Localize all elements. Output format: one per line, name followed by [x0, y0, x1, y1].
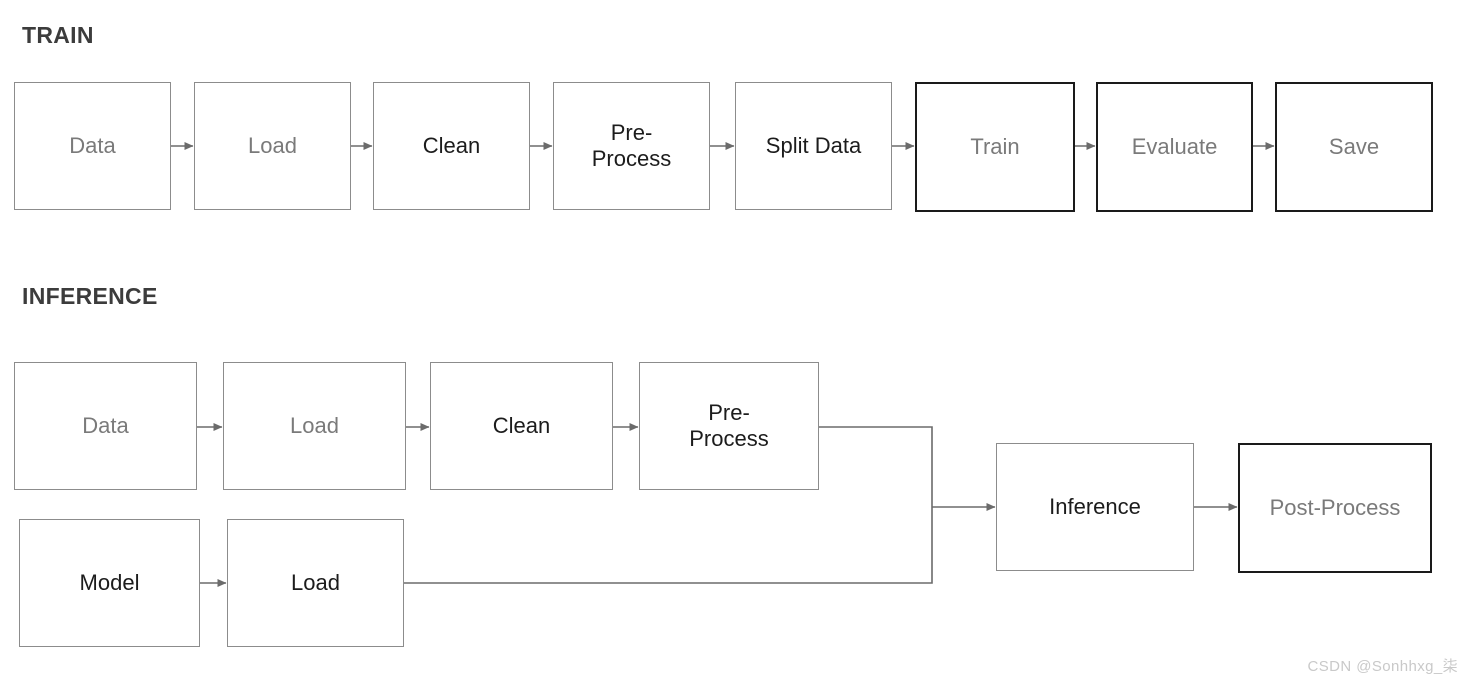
train-node-data[interactable]: Data: [14, 82, 171, 210]
inference-node-load[interactable]: Load: [223, 362, 406, 490]
train-node-load[interactable]: Load: [194, 82, 351, 210]
train-node-train[interactable]: Train: [915, 82, 1075, 212]
connector-preprocess-to-merge: [819, 426, 933, 507]
section-title-train: TRAIN: [22, 22, 94, 48]
inference-node-post-process[interactable]: Post-Process: [1238, 443, 1432, 573]
inference-node-model-load[interactable]: Load: [227, 519, 404, 647]
watermark-text: CSDN @Sonhhxg_柒: [1307, 658, 1458, 675]
inference-node-clean[interactable]: Clean: [430, 362, 613, 490]
diagram-canvas: TRAIN Data Load Clean Pre- Process Split…: [0, 0, 1476, 690]
train-node-save[interactable]: Save: [1275, 82, 1433, 212]
inference-node-data[interactable]: Data: [14, 362, 197, 490]
inference-node-pre-process[interactable]: Pre- Process: [639, 362, 819, 490]
inference-node-inference[interactable]: Inference: [996, 443, 1194, 571]
inference-node-model[interactable]: Model: [19, 519, 200, 647]
section-title-inference: INFERENCE: [22, 283, 158, 309]
train-node-evaluate[interactable]: Evaluate: [1096, 82, 1253, 212]
train-node-pre-process[interactable]: Pre- Process: [553, 82, 710, 210]
train-node-clean[interactable]: Clean: [373, 82, 530, 210]
train-node-split-data[interactable]: Split Data: [735, 82, 892, 210]
connector-modelload-to-merge: [404, 507, 933, 584]
